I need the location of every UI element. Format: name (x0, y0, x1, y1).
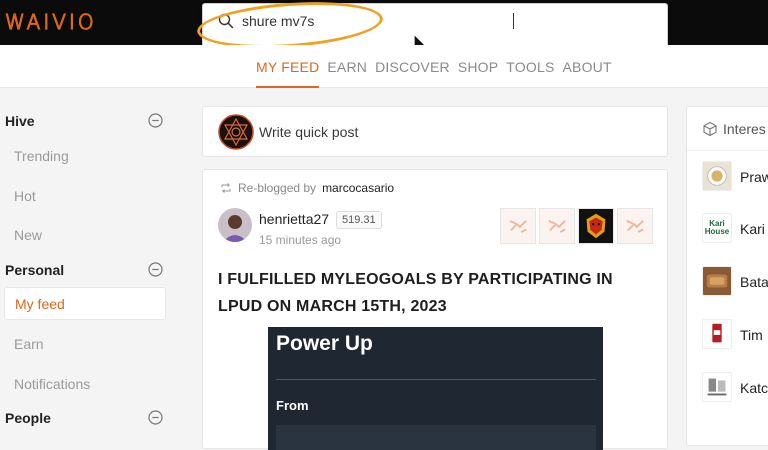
reputation-badge: 519.31 (336, 211, 382, 229)
interest-name: Praw (740, 169, 768, 185)
search-input[interactable] (242, 10, 542, 32)
object-placeholder-icon[interactable] (617, 208, 653, 244)
sidebar-item-earn[interactable]: Earn (14, 336, 44, 352)
tab-tools[interactable]: TOOLS (506, 59, 554, 88)
text-caret (513, 13, 514, 29)
sidebar-item-notifications[interactable]: Notifications (14, 376, 90, 392)
coffee-product-thumbnail (702, 319, 732, 349)
collapse-icon[interactable] (148, 262, 163, 277)
section-title-hive: Hive (5, 113, 35, 129)
post-timestamp[interactable]: 15 minutes ago (259, 233, 341, 247)
interest-name: Katc (740, 380, 768, 396)
post-title[interactable]: I FULFILLED MYLEOGOALS BY PARTICIPATING … (218, 266, 638, 320)
food-thumbnail (702, 266, 732, 296)
divider (687, 150, 768, 151)
image-heading: Power Up (276, 332, 373, 355)
nav-tabs: MY FEED EARN DISCOVER SHOP TOOLS ABOUT (256, 59, 612, 88)
tab-my-feed[interactable]: MY FEED (256, 59, 320, 88)
image-label: From (276, 398, 309, 413)
search-icon (218, 13, 234, 29)
interest-name: Tim (740, 327, 763, 343)
appliance-thumbnail (702, 372, 732, 402)
sidebar-item-my-feed[interactable]: My feed (4, 287, 166, 320)
interest-item[interactable]: Katc (702, 372, 768, 406)
post-card: Re-blogged by marcocasario henrietta27 5… (202, 169, 668, 450)
author-avatar[interactable] (218, 208, 252, 242)
tab-about[interactable]: ABOUT (563, 59, 612, 88)
interest-name: Batar (740, 274, 768, 290)
kari-house-logo: Kari House (702, 213, 732, 243)
section-title-personal: Personal (5, 262, 65, 278)
reblog-icon (221, 183, 231, 193)
section-title-people: People (5, 410, 51, 426)
food-thumbnail (702, 161, 732, 191)
linked-objects (500, 208, 653, 244)
interest-item[interactable]: Tim (702, 319, 768, 353)
interest-item[interactable]: Batar (702, 266, 768, 300)
reblog-prefix: Re-blogged by (238, 181, 317, 195)
interest-name: Kari (740, 221, 765, 237)
collapse-icon[interactable] (148, 410, 163, 425)
collapse-icon[interactable] (148, 113, 163, 128)
quick-post-box[interactable]: Write quick post (202, 106, 668, 157)
interest-item[interactable]: Praw (702, 161, 768, 195)
sidebar-item-hot[interactable]: Hot (14, 188, 36, 204)
user-avatar[interactable] (218, 114, 254, 150)
lion-logo-icon[interactable] (578, 208, 614, 244)
left-sidebar: Hive Trending Hot New Personal My feed E… (0, 88, 180, 432)
author-name-link[interactable]: henrietta27 (259, 211, 329, 227)
right-sidebar-card: Interes Praw Kari House Kari Batar Tim (686, 106, 768, 446)
tab-discover[interactable]: DISCOVER (375, 59, 450, 88)
sidebar-item-trending[interactable]: Trending (14, 148, 69, 164)
main-nav: MY FEED EARN DISCOVER SHOP TOOLS ABOUT (0, 45, 768, 88)
object-placeholder-icon[interactable] (539, 208, 575, 244)
image-field (276, 425, 596, 450)
waivio-logo[interactable]: WAIVIO (4, 9, 97, 34)
tab-shop[interactable]: SHOP (458, 59, 498, 88)
cube-icon (703, 121, 717, 137)
sidebar-item-new[interactable]: New (14, 227, 42, 243)
write-quick-post-label[interactable]: Write quick post (259, 124, 358, 140)
image-divider (276, 379, 596, 380)
right-sidebar-title: Interes (723, 121, 766, 137)
interest-item[interactable]: Kari House Kari (702, 213, 768, 247)
reblog-info: Re-blogged by marcocasario (220, 181, 394, 195)
reblog-user-link[interactable]: marcocasario (322, 181, 394, 195)
right-sidebar-header: Interes (702, 121, 766, 137)
tab-earn[interactable]: EARN (327, 59, 367, 88)
object-placeholder-icon[interactable] (500, 208, 536, 244)
